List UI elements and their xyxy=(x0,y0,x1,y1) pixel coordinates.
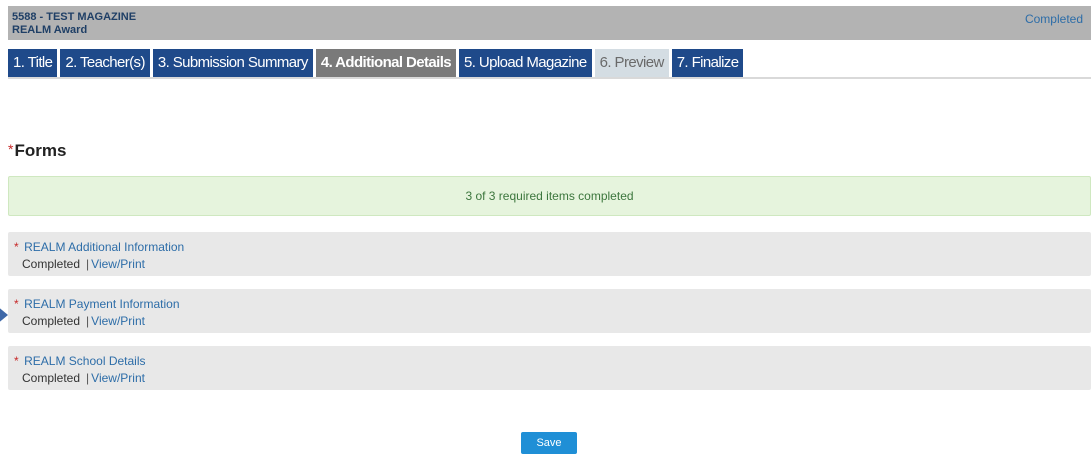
award-name: REALM Award xyxy=(12,24,88,36)
wizard-tabs: 1. Title 2. Teacher(s) 3. Submission Sum… xyxy=(8,49,744,77)
tab-teachers[interactable]: 2. Teacher(s) xyxy=(60,49,150,77)
submission-header: 5588 - TEST MAGAZINE REALM Award Complet… xyxy=(8,6,1091,40)
form-status-text: Completed xyxy=(22,257,81,271)
submission-id-title: 5588 - TEST MAGAZINE xyxy=(12,11,137,23)
tab-preview: 6. Preview xyxy=(594,49,669,77)
form-item-payment-information: * REALM Payment Information Completed | Vi… xyxy=(8,289,1091,333)
tab-divider xyxy=(8,77,1091,79)
form-link-school-details[interactable]: REALM School Details xyxy=(24,354,145,368)
separator: | xyxy=(86,314,90,328)
save-button[interactable]: Save xyxy=(521,432,577,454)
required-marker: * xyxy=(14,354,19,368)
separator: | xyxy=(86,371,90,385)
tab-upload-magazine[interactable]: 5. Upload Magazine xyxy=(459,49,592,77)
completion-status-banner: 3 of 3 required items completed xyxy=(8,176,1091,216)
pointer-arrow-icon xyxy=(0,305,8,325)
form-item-school-details: * REALM School Details Completed | View/Pr… xyxy=(8,346,1091,390)
required-marker: * xyxy=(8,141,14,157)
view-print-link[interactable]: View/Print xyxy=(91,371,145,385)
form-status-text: Completed xyxy=(22,314,81,328)
tab-additional-details[interactable]: 4. Additional Details xyxy=(315,49,457,77)
form-status-text: Completed xyxy=(22,371,81,385)
submission-status: Completed xyxy=(1024,12,1083,26)
separator: | xyxy=(86,257,90,271)
forms-heading-text: Forms xyxy=(14,141,67,160)
tab-title[interactable]: 1. Title xyxy=(8,49,58,77)
required-marker: * xyxy=(14,240,19,254)
view-print-link[interactable]: View/Print xyxy=(91,314,145,328)
form-item-additional-information: * REALM Additional Information Completed… xyxy=(8,232,1091,276)
tab-submission-summary[interactable]: 3. Submission Summary xyxy=(152,49,313,77)
form-link-additional-information[interactable]: REALM Additional Information xyxy=(24,240,184,254)
tab-finalize[interactable]: 7. Finalize xyxy=(671,49,744,77)
view-print-link[interactable]: View/Print xyxy=(91,257,145,271)
forms-heading: *Forms xyxy=(8,141,66,161)
form-link-payment-information[interactable]: REALM Payment Information xyxy=(24,297,179,311)
required-marker: * xyxy=(14,297,19,311)
